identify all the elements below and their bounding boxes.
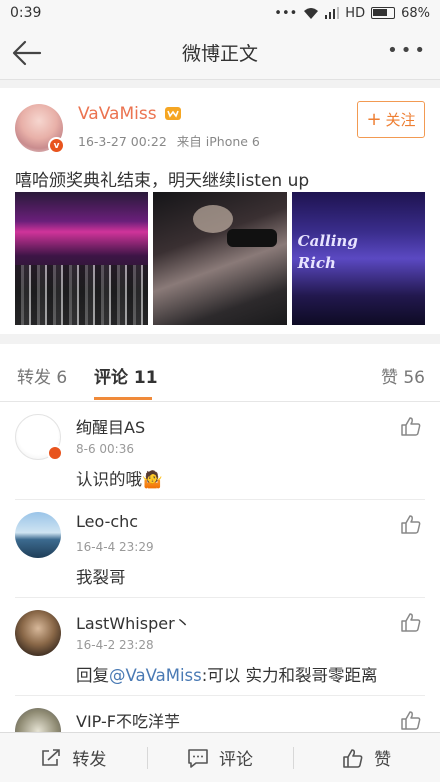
more-options-icon[interactable]: •••: [387, 42, 428, 60]
comment-text: 回复@VaVaMiss:可以 实力和裂哥零距离: [76, 662, 378, 686]
comment-icon: [188, 748, 208, 768]
commenter-avatar[interactable]: [15, 512, 61, 558]
comment-button[interactable]: 评论: [146, 733, 294, 782]
battery-icon: [371, 7, 396, 19]
post-date: 16-3-27 00:22: [78, 134, 167, 149]
thumbs-up-icon[interactable]: [400, 612, 422, 632]
comment-item: Leo-chc 16-4-4 23:29 我裂哥: [0, 500, 440, 598]
notification-dots-icon: •••: [274, 5, 298, 21]
comment-text: 我裂哥: [76, 568, 126, 587]
reply-prefix: 回复: [76, 666, 109, 685]
post-card: v VaVaMiss 16-3-27 00:22 来自 iPhone 6 + 关…: [0, 88, 440, 334]
post-source: 来自 iPhone 6: [176, 134, 260, 149]
comment-list: 绚醒目AS 8-6 00:36 认识的哦🤷 Leo-chc 16-4-4 23:…: [0, 402, 440, 732]
mention-link[interactable]: @VaVaMiss: [109, 666, 202, 685]
active-tab-indicator: [94, 397, 152, 400]
page-title: 微博正文: [181, 43, 258, 65]
thumbs-up-icon[interactable]: [400, 710, 422, 730]
wifi-icon: [304, 7, 319, 19]
commenter-name[interactable]: LastWhisper丶: [76, 610, 191, 634]
status-indicators: ••• HD 68%: [274, 6, 430, 21]
post-photo-3[interactable]: Calling Rich: [291, 192, 425, 325]
network-type: HD: [345, 5, 366, 21]
tab-comment[interactable]: 评论 11: [94, 363, 158, 388]
post-text: 嘻哈颁奖典礼结束，明天继续listen up: [15, 171, 310, 191]
comment-item: LastWhisper丶 16-4-2 23:28 回复@VaVaMiss:可以…: [0, 598, 440, 696]
photo-caption-line-1: Calling: [297, 232, 358, 250]
commenter-name[interactable]: Leo-chc: [76, 512, 138, 531]
member-crown-icon: [165, 107, 181, 120]
shrug-emoji-icon: 🤷: [142, 470, 163, 489]
comment-item: VIP-F不吃洋芋: [0, 696, 440, 732]
like-label: 赞: [374, 750, 392, 770]
tab-like[interactable]: 赞 56: [381, 363, 425, 388]
back-arrow-icon[interactable]: [10, 38, 44, 68]
author-avatar-wrap[interactable]: v: [15, 104, 65, 154]
photo-caption: Calling Rich: [298, 230, 358, 274]
tab-repost[interactable]: 转发 6: [17, 363, 67, 388]
status-bar: 0:39 ••• HD 68%: [0, 0, 440, 26]
comment-text-body: :可以 实力和裂哥零距离: [201, 666, 378, 685]
comment-text: 认识的哦🤷: [76, 466, 163, 490]
comment-text-body: 认识的哦: [76, 470, 142, 489]
status-time: 0:39: [10, 5, 42, 21]
post-photo-2[interactable]: [153, 192, 287, 325]
repost-label: 转发: [72, 750, 107, 770]
verified-badge-icon: [47, 445, 63, 461]
post-meta: 16-3-27 00:22 来自 iPhone 6: [78, 131, 260, 150]
follow-button[interactable]: + 关注: [357, 101, 425, 138]
verified-badge-icon: v: [48, 137, 65, 154]
commenter-name[interactable]: 绚醒目AS: [76, 414, 145, 438]
post-photo-1[interactable]: [15, 192, 149, 325]
comment-time: 8-6 00:36: [76, 442, 134, 456]
comment-time: 16-4-4 23:29: [76, 540, 154, 554]
like-button[interactable]: 赞: [293, 733, 440, 782]
thumbs-up-icon[interactable]: [400, 416, 422, 436]
follow-label: 关注: [385, 111, 416, 129]
nav-bar: 微博正文 •••: [0, 26, 440, 80]
interaction-tabs: 转发 6 评论 11 赞 56: [0, 344, 440, 402]
signal-icon: [325, 7, 340, 19]
battery-level: 68%: [401, 5, 430, 21]
thumbs-up-icon: [343, 748, 363, 768]
commenter-name[interactable]: VIP-F不吃洋芋: [76, 708, 180, 732]
comment-time: 16-4-2 23:28: [76, 638, 154, 652]
post-photos: Calling Rich: [15, 192, 425, 325]
commenter-avatar[interactable]: [15, 414, 63, 461]
author-name[interactable]: VaVaMiss: [78, 104, 157, 124]
thumbs-up-icon[interactable]: [400, 514, 422, 534]
bottom-action-bar: 转发 评论 赞: [0, 732, 440, 782]
commenter-avatar[interactable]: [15, 610, 61, 656]
repost-button[interactable]: 转发: [0, 733, 147, 782]
comment-label: 评论: [219, 750, 253, 770]
comment-item: 绚醒目AS 8-6 00:36 认识的哦🤷: [0, 402, 440, 500]
commenter-avatar[interactable]: [15, 708, 61, 732]
photo-caption-line-2: Rich: [297, 254, 336, 272]
plus-icon: +: [366, 109, 382, 130]
repost-icon: [42, 748, 61, 766]
